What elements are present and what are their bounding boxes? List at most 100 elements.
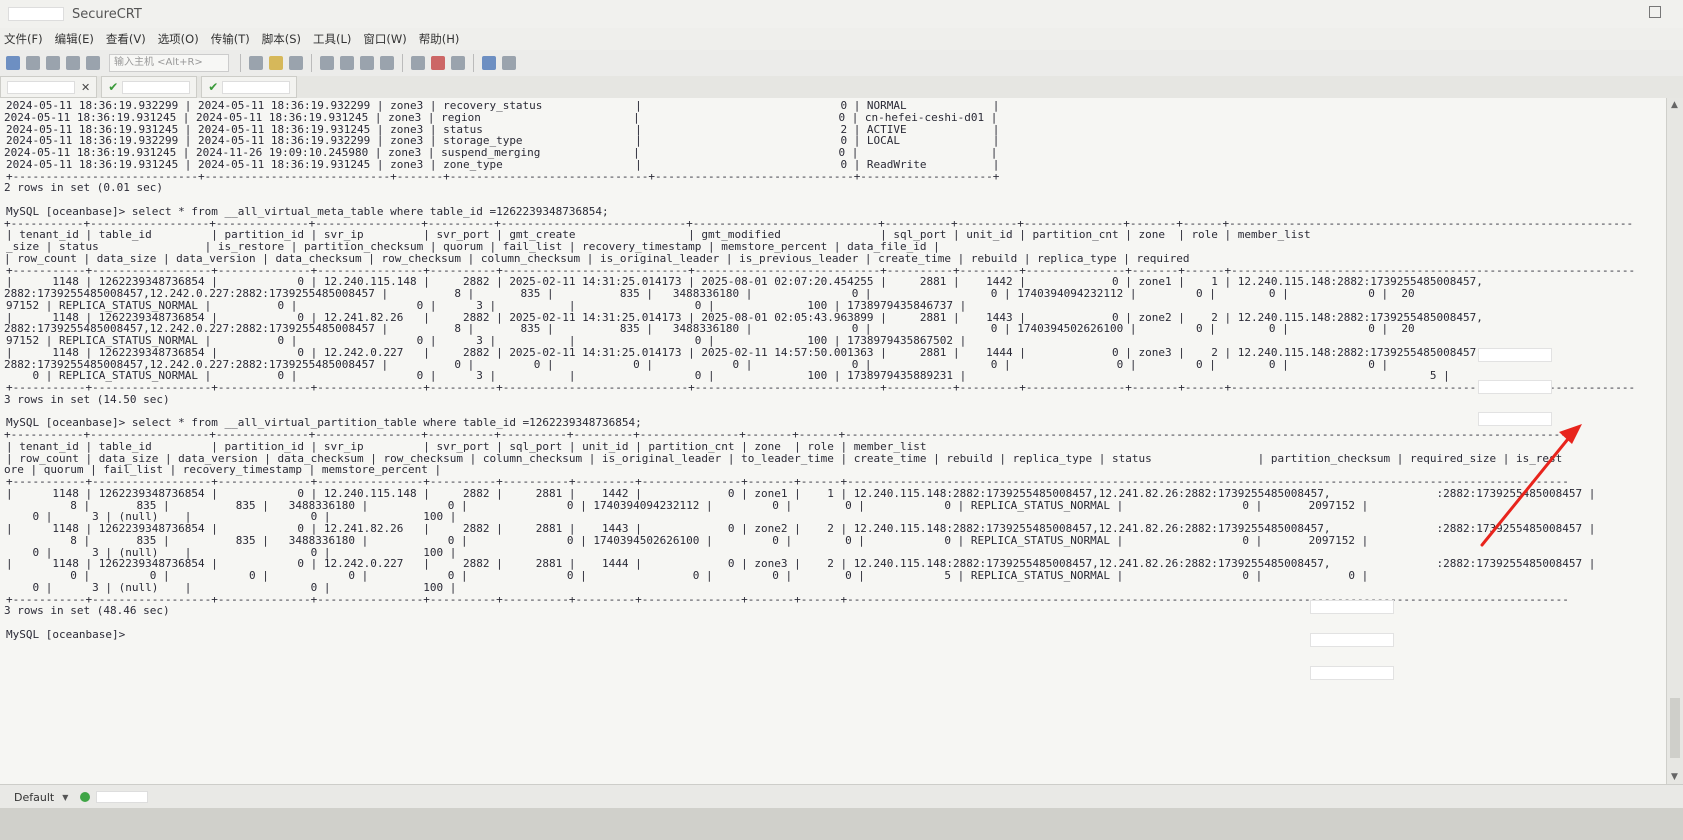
terminal-line: +-----------+------------------+--------… [6,475,1569,488]
session-options-icon[interactable] [360,56,374,70]
redacted-text [1310,633,1394,647]
host-input[interactable]: 输入主机 <Alt+R> [109,54,229,72]
redacted-tab-label [7,80,75,94]
disconnect-icon[interactable] [86,56,100,70]
key-icon[interactable] [451,56,465,70]
terminal-line: MySQL [oceanbase]> [6,627,126,641]
menu-transfer[interactable]: 传输(T) [211,31,250,47]
session-selector[interactable]: Default ▼ [14,791,68,804]
redacted-text [1478,380,1552,394]
terminal-line: | row_count | data_size | data_version |… [4,251,1190,265]
terminal-line: 2882:1739255485008457,12.242.0.227:2882:… [4,287,1415,300]
keymap-icon[interactable] [502,56,516,70]
terminal-output[interactable]: 2024-05-11 18:36:19.932299 | 2024-05-11 … [0,98,1666,784]
quick-connect-icon[interactable] [26,56,40,70]
redacted-text [1310,600,1394,614]
terminal-line: 2024-05-11 18:36:19.931245 | 2024-11-26 … [4,146,998,159]
toolbar: 输入主机 <Alt+R> [0,50,1683,77]
terminal-line: 97152 | REPLICA_STATUS_NORMAL | 0 | 0 | … [6,298,967,312]
chevron-down-icon: ▼ [62,792,69,802]
connected-check-icon: ✔ [108,80,119,94]
settings-icon[interactable] [380,56,394,70]
connect-tab-icon[interactable] [46,56,60,70]
terminal-line: 2024-05-11 18:36:19.932299 | 2024-05-11 … [6,134,1000,148]
menu-view[interactable]: 查看(V) [106,31,146,47]
terminal-line: | 1148 | 1262239348736854 | 0 | 12.242.0… [6,557,1596,571]
terminal-line: 2882:1739255485008457,12.242.0.227:2882:… [4,322,1415,336]
redacted-text [1310,666,1394,680]
close-tab-icon[interactable]: ✕ [81,81,90,94]
terminal-line: | tenant_id | table_id | partition_id | … [6,228,1311,242]
menu-options[interactable]: 选项(O) [158,31,199,47]
terminal-line: | 1148 | 1262239348736854 | 0 | 12.242.0… [6,345,1483,359]
menu-bar: 文件(F) 编辑(E) 查看(V) 选项(O) 传输(T) 脚本(S) 工具(L… [0,28,1683,50]
title-bar: SecureCRT [0,0,1683,29]
terminal-line: +-----------+------------------+--------… [4,428,1567,441]
menu-file[interactable]: 文件(F) [4,31,43,47]
restore-window-icon[interactable] [1649,6,1661,18]
reconnect-icon[interactable] [66,56,80,70]
session-tab-bar: ✕ ✔ ✔ [0,76,1683,98]
connection-status-icon [80,792,91,802]
terminal-line: +-----------+------------------+--------… [6,263,1636,277]
terminal-line: 3 rows in set (14.50 sec) [4,392,170,406]
terminal-line: | 1148 | 1262239348736854 | 0 | 12.240.1… [6,486,1596,500]
terminal-line: | row_count | data_size | data_version |… [6,451,1563,465]
terminal-line: | tenant_id | table_id | partition_id | … [6,439,927,453]
terminal-line: 2024-05-11 18:36:19.931245 | 2024-05-11 … [6,122,1000,136]
script-icon[interactable] [411,56,425,70]
terminal-line: 0 | 3 | (null) | 0 | 100 | [6,545,457,559]
redacted-tab-label [222,80,291,94]
terminal-line: 0 | 0 | 0 | 0 | 0 | 0 | 0 | 0 | 0 | 5 | … [4,569,1369,582]
scroll-down-icon[interactable]: ▼ [1671,772,1678,782]
toolbar-separator [240,54,241,72]
menu-script[interactable]: 脚本(S) [262,31,301,47]
redacted-title-prefix [8,7,64,21]
scroll-up-icon[interactable]: ▲ [1671,100,1678,110]
terminal-line: _size | status | is_restore | partition_… [6,240,940,253]
vertical-scrollbar[interactable]: ▲ ▼ [1666,98,1683,784]
terminal-line: 8 | 835 | 835 | 3488336180 | 0 | 0 | 174… [4,498,1369,512]
menu-edit[interactable]: 编辑(E) [55,31,94,47]
menu-window[interactable]: 窗口(W) [363,31,406,47]
print-icon[interactable] [320,56,334,70]
terminal-line: +----------------------------+----------… [6,169,1000,183]
find-icon[interactable] [289,56,303,70]
terminal-line: | 1148 | 1262239348736854 | 0 | 12.241.8… [6,522,1596,535]
copy-icon[interactable] [249,56,263,70]
window-title: SecureCRT [72,6,142,22]
session-tab[interactable]: ✔ [201,76,298,98]
screen-bezel [0,808,1683,840]
session-tab[interactable]: ✕ [0,76,98,98]
toolbar-separator [402,54,403,72]
terminal-line: | 1148 | 1262239348736854 | 0 | 12.240.1… [6,275,1483,289]
session-name: Default [14,790,55,804]
terminal-line: 2024-05-11 18:36:19.931245 | 2024-05-11 … [4,110,998,124]
help-icon[interactable] [482,56,496,70]
toolbar-separator [473,54,474,72]
redacted-text [1478,412,1552,426]
scroll-thumb[interactable] [1670,698,1680,758]
redacted-status-text [96,791,149,803]
terminal-line: MySQL [oceanbase]> select * from __all_v… [6,416,642,430]
sftp-icon[interactable] [340,56,354,70]
connected-check-icon: ✔ [208,80,219,94]
terminal-line: 2882:1739255485008457,12.242.0.227:2882:… [4,357,1389,371]
terminal-line: +-----------+------------------+--------… [4,216,1634,230]
tools-icon[interactable] [431,56,445,70]
terminal-line: ore | quorum | fail_list | recovery_time… [4,463,442,477]
menu-tools[interactable]: 工具(L) [313,31,351,47]
terminal-line: 2 rows in set (0.01 sec) [4,181,163,195]
paste-icon[interactable] [269,56,283,70]
toolbar-separator [311,54,312,72]
terminal-line: 0 | 3 | (null) | 0 | 100 | [6,580,457,594]
redacted-text [1478,348,1552,362]
terminal-line: MySQL [oceanbase]> select * from __all_v… [6,204,609,218]
terminal-line: 8 | 835 | 835 | 3488336180 | 0 | 0 | 174… [4,533,1369,547]
terminal-line: 0 | REPLICA_STATUS_NORMAL | 0 | 0 | 3 | … [6,369,1450,383]
status-bar: Default ▼ [0,784,1683,809]
session-tab[interactable]: ✔ [101,76,198,98]
terminal-line: | 1148 | 1262239348736854 | 0 | 12.241.8… [6,310,1483,324]
connect-icon[interactable] [6,56,20,70]
menu-help[interactable]: 帮助(H) [419,31,460,47]
